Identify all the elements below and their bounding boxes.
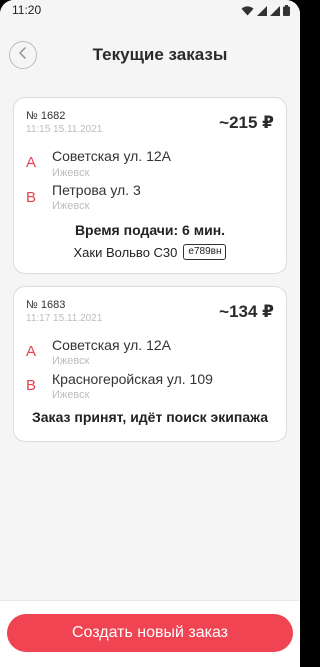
order-created-time: 11:15 15.11.2021 <box>26 124 103 135</box>
status-bar: 11:20 <box>0 0 300 22</box>
route-point-a-city: Ижевск <box>52 355 90 367</box>
route-point-a-marker: А <box>26 343 37 360</box>
status-icons <box>241 5 290 16</box>
page-header: Текущие заказы <box>0 38 300 78</box>
route-point-b-marker: В <box>26 377 37 394</box>
wifi-icon <box>241 5 254 16</box>
order-card[interactable]: № 1682 11:15 15.11.2021 ~215 ₽ А Советск… <box>13 97 287 274</box>
route-point-a-city: Ижевск <box>52 167 90 179</box>
order-price: ~134 ₽ <box>219 302 274 321</box>
order-card[interactable]: № 1683 11:17 15.11.2021 ~134 ₽ А Советск… <box>13 286 287 442</box>
route-point-b-address: Петрова ул. 3 <box>52 182 141 198</box>
route-point-b-marker: В <box>26 189 37 206</box>
car-model: Хаки Вольво С30 <box>73 244 178 260</box>
order-created-time: 11:17 15.11.2021 <box>26 313 103 324</box>
route-point-a-address: Советская ул. 12А <box>52 337 171 353</box>
route-point-b-city: Ижевск <box>52 389 90 401</box>
pickup-time: Время подачи: 6 мин. <box>74 222 226 238</box>
app-screen: 11:20 Текущие заказы № 1682 11:15 15.11.… <box>0 0 300 667</box>
car-info: Хаки Вольво С30 е789вн <box>14 244 286 260</box>
signal-icon <box>270 5 280 16</box>
route-point-b-city: Ижевск <box>52 200 90 212</box>
battery-icon <box>283 5 290 16</box>
signal-icon <box>257 5 267 16</box>
page-title: Текущие заказы <box>92 45 228 64</box>
order-number: № 1683 <box>26 299 66 311</box>
order-status: Заказ принят, идёт поиск экипажа <box>32 409 268 425</box>
license-plate: е789вн <box>183 244 227 260</box>
order-price: ~215 ₽ <box>219 113 274 132</box>
status-time: 11:20 <box>12 3 42 17</box>
order-number: № 1682 <box>26 110 66 122</box>
route-point-a-marker: А <box>26 154 37 171</box>
create-order-button[interactable]: Создать новый заказ <box>7 614 293 652</box>
route-point-b-address: Красногеройская ул. 109 <box>52 371 213 387</box>
route-point-a-address: Советская ул. 12А <box>52 148 171 164</box>
